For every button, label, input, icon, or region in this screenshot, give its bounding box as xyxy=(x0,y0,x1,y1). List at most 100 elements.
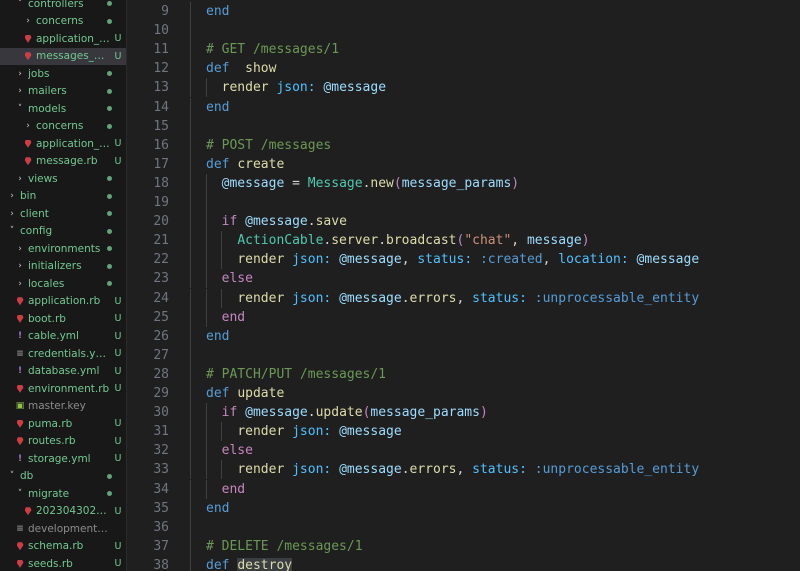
explorer-item-label: controllers xyxy=(28,0,84,10)
explorer-folder[interactable]: › environments xyxy=(0,240,126,258)
code-line[interactable]: 36 xyxy=(127,517,800,537)
code-token: , xyxy=(401,252,418,268)
explorer-folder[interactable]: ˅ config xyxy=(0,223,126,241)
explorer-file[interactable]: environment.rb U xyxy=(0,380,126,398)
chevron-right-icon: › xyxy=(26,121,30,132)
indent-guide xyxy=(190,2,191,22)
lines-file-icon: ≡ xyxy=(16,523,24,534)
yaml-file-icon: ! xyxy=(17,453,23,464)
explorer-file[interactable]: ≡ development.sqlite3 xyxy=(0,520,126,538)
explorer-file[interactable]: message.rb U xyxy=(0,153,126,171)
explorer-folder[interactable]: › mailers xyxy=(0,83,126,101)
explorer-file[interactable]: seeds.rb U xyxy=(0,555,126,571)
explorer-folder[interactable]: › concerns xyxy=(0,118,126,136)
ruby-file-icon xyxy=(16,314,24,323)
code-line[interactable]: 20 if @message.save xyxy=(127,212,800,232)
code-line[interactable]: 13 render json: @message xyxy=(127,78,800,98)
code-line[interactable]: 26 end xyxy=(127,326,800,346)
indent-guide xyxy=(190,345,191,365)
explorer-file[interactable]: ! cable.yml U xyxy=(0,328,126,346)
code-line[interactable]: 37 # DELETE /messages/1 xyxy=(127,536,800,556)
code-line[interactable]: 15 xyxy=(127,116,800,136)
code-line[interactable]: 12 def show xyxy=(127,59,800,79)
code-token: json: xyxy=(292,290,332,306)
code-line[interactable]: 16 # POST /messages xyxy=(127,135,800,155)
ruby-file-icon xyxy=(16,542,24,551)
code-line[interactable]: 29 def update xyxy=(127,384,800,404)
explorer-item-label: concerns xyxy=(36,120,84,133)
code-text: render json: @message xyxy=(206,78,386,97)
explorer-folder[interactable]: › initializers xyxy=(0,258,126,276)
code-line[interactable]: 10 xyxy=(127,21,800,41)
explorer-file[interactable]: ▣ master.key xyxy=(0,398,126,416)
ruby-file-icon xyxy=(24,139,32,148)
explorer-file[interactable]: application.rb U xyxy=(0,293,126,311)
code-line[interactable]: 30 if @message.update(message_params) xyxy=(127,403,800,423)
code-line[interactable]: 18 @message = Message.new(message_params… xyxy=(127,173,800,193)
explorer-folder[interactable]: ˅ db xyxy=(0,468,126,486)
ruby-file-icon xyxy=(24,157,32,166)
explorer-file[interactable]: ! database.yml U xyxy=(0,363,126,381)
explorer-file[interactable]: application_re... U xyxy=(0,135,126,153)
code-line[interactable]: 32 else xyxy=(127,441,800,461)
indent-guide xyxy=(190,193,191,213)
git-status-dot xyxy=(107,88,112,94)
explorer-file[interactable]: routes.rb U xyxy=(0,433,126,451)
ruby-file-icon xyxy=(24,507,32,516)
explorer-file[interactable]: application_c... U xyxy=(0,30,126,48)
code-line[interactable]: 22 render json: @message, status: :creat… xyxy=(127,250,800,270)
code-line[interactable]: 23 else xyxy=(127,269,800,289)
code-line[interactable]: 34 end xyxy=(127,479,800,499)
code-line[interactable]: 25 end xyxy=(127,307,800,327)
code-line[interactable]: 17 def create xyxy=(127,154,800,174)
code-text: else xyxy=(206,269,253,288)
explorer-folder[interactable]: › concerns xyxy=(0,13,126,31)
explorer-folder[interactable]: ˅ migrate xyxy=(0,485,126,503)
code-line[interactable]: 11 # GET /messages/1 xyxy=(127,40,800,60)
code-line[interactable]: 21 ActionCable.server.broadcast("chat", … xyxy=(127,231,800,251)
explorer-file[interactable]: schema.rb U xyxy=(0,538,126,556)
indent-guide xyxy=(190,536,191,556)
explorer-folder[interactable]: › client xyxy=(0,205,126,223)
code-line[interactable]: 24 render json: @message.errors, status:… xyxy=(127,288,800,308)
code-line[interactable]: 27 xyxy=(127,345,800,365)
explorer-folder[interactable]: › jobs xyxy=(0,65,126,83)
code-line[interactable]: 38 def destroy xyxy=(127,555,800,571)
line-number: 18 xyxy=(153,175,169,191)
indent-guide xyxy=(190,422,191,442)
line-number: 28 xyxy=(153,366,169,382)
explorer-file[interactable]: 20230430221... U xyxy=(0,503,126,521)
lines-file-icon: ≡ xyxy=(16,348,24,359)
explorer-file[interactable]: ≡ credentials.yml... U xyxy=(0,345,126,363)
code-text: @message = Message.new(message_params) xyxy=(206,174,519,193)
git-status-badge: U xyxy=(114,435,122,447)
explorer-folder[interactable]: › locales xyxy=(0,275,126,293)
chevron-down-icon: ˅ xyxy=(9,226,15,237)
git-status-dot xyxy=(107,193,112,199)
code-line[interactable]: 9 end xyxy=(127,2,800,22)
code-line[interactable]: 28 # PATCH/PUT /messages/1 xyxy=(127,364,800,384)
code-line[interactable]: 33 render json: @message.errors, status:… xyxy=(127,460,800,480)
explorer-item-label: master.key xyxy=(28,400,86,413)
code-line[interactable]: 14 end xyxy=(127,97,800,117)
chevron-right-icon: › xyxy=(10,208,14,219)
explorer-file[interactable]: puma.rb U xyxy=(0,415,126,433)
code-token: json: xyxy=(276,80,316,96)
explorer-file[interactable]: ! storage.yml U xyxy=(0,450,126,468)
explorer-folder[interactable]: › bin xyxy=(0,188,126,206)
explorer-sidebar: ˅ controllers › concerns application_c... Ume… xyxy=(0,0,127,571)
explorer-file[interactable]: boot.rb U xyxy=(0,310,126,328)
code-line[interactable]: 31 render json: @message xyxy=(127,422,800,442)
code-line[interactable]: 35 end xyxy=(127,498,800,518)
code-editor[interactable]: 9 end 10 11 # GET /messages/1 12 def show 13 re… xyxy=(127,0,800,571)
code-token: if xyxy=(221,405,238,421)
explorer-file[interactable]: messages_co... U xyxy=(0,47,126,65)
explorer-folder[interactable]: ˅ models xyxy=(0,100,126,118)
code-line[interactable]: 19 xyxy=(127,193,800,213)
code-token: :unprocessable_entity xyxy=(534,290,700,306)
explorer-folder[interactable]: › views xyxy=(0,170,126,188)
explorer-folder[interactable]: ˅ controllers xyxy=(0,0,126,13)
line-number: 20 xyxy=(153,214,169,230)
